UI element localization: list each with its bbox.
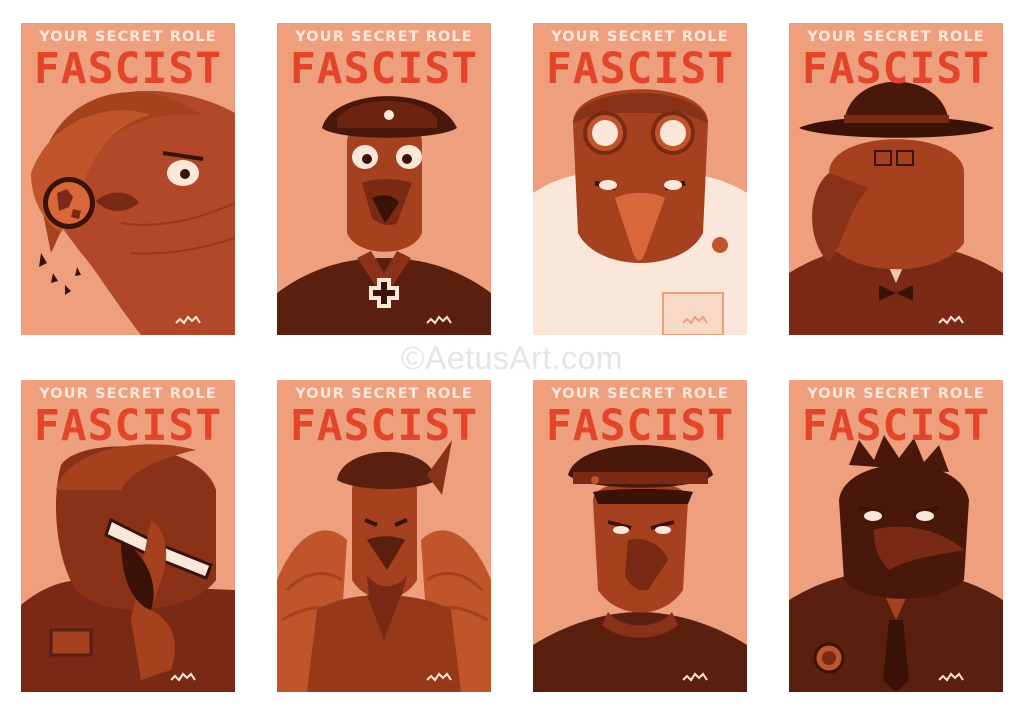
role-card-7: YOUR SECRET ROLE FASCIST — [533, 380, 747, 692]
role-card-8: YOUR SECRET ROLE FASCIST — [789, 380, 1003, 692]
role-card-3: YOUR SECRET ROLE FASCIST — [533, 23, 747, 335]
card-subtitle: YOUR SECRET ROLE — [807, 386, 985, 402]
card-subtitle: YOUR SECRET ROLE — [551, 29, 729, 45]
role-card-4: YOUR SECRET ROLE FASCIST — [789, 23, 1003, 335]
role-title: FASCIST — [33, 44, 223, 94]
card-subtitle: YOUR SECRET ROLE — [295, 386, 473, 402]
role-title: FASCIST — [289, 44, 479, 94]
role-title: FASCIST — [289, 401, 479, 451]
role-title: FASCIST — [545, 44, 735, 94]
role-title: FASCIST — [801, 401, 991, 451]
role-title: FASCIST — [545, 401, 735, 451]
role-title: FASCIST — [801, 44, 991, 94]
card-subtitle: YOUR SECRET ROLE — [39, 386, 217, 402]
card-subtitle: YOUR SECRET ROLE — [39, 29, 217, 45]
role-card-6: YOUR SECRET ROLE FASCIST — [277, 380, 491, 692]
role-card-2: YOUR SECRET ROLE FASCIST — [277, 23, 491, 335]
card-subtitle: YOUR SECRET ROLE — [295, 29, 473, 45]
role-title: FASCIST — [33, 401, 223, 451]
role-card-1: YOUR SECRET ROLE FASCIST — [21, 23, 235, 335]
card-subtitle: YOUR SECRET ROLE — [807, 29, 985, 45]
role-card-5: YOUR SECRET ROLE FASCIST — [21, 380, 235, 692]
card-subtitle: YOUR SECRET ROLE — [551, 386, 729, 402]
card-grid: YOUR SECRET ROLE FASCIST YOUR SECRET ROL… — [0, 0, 1024, 713]
